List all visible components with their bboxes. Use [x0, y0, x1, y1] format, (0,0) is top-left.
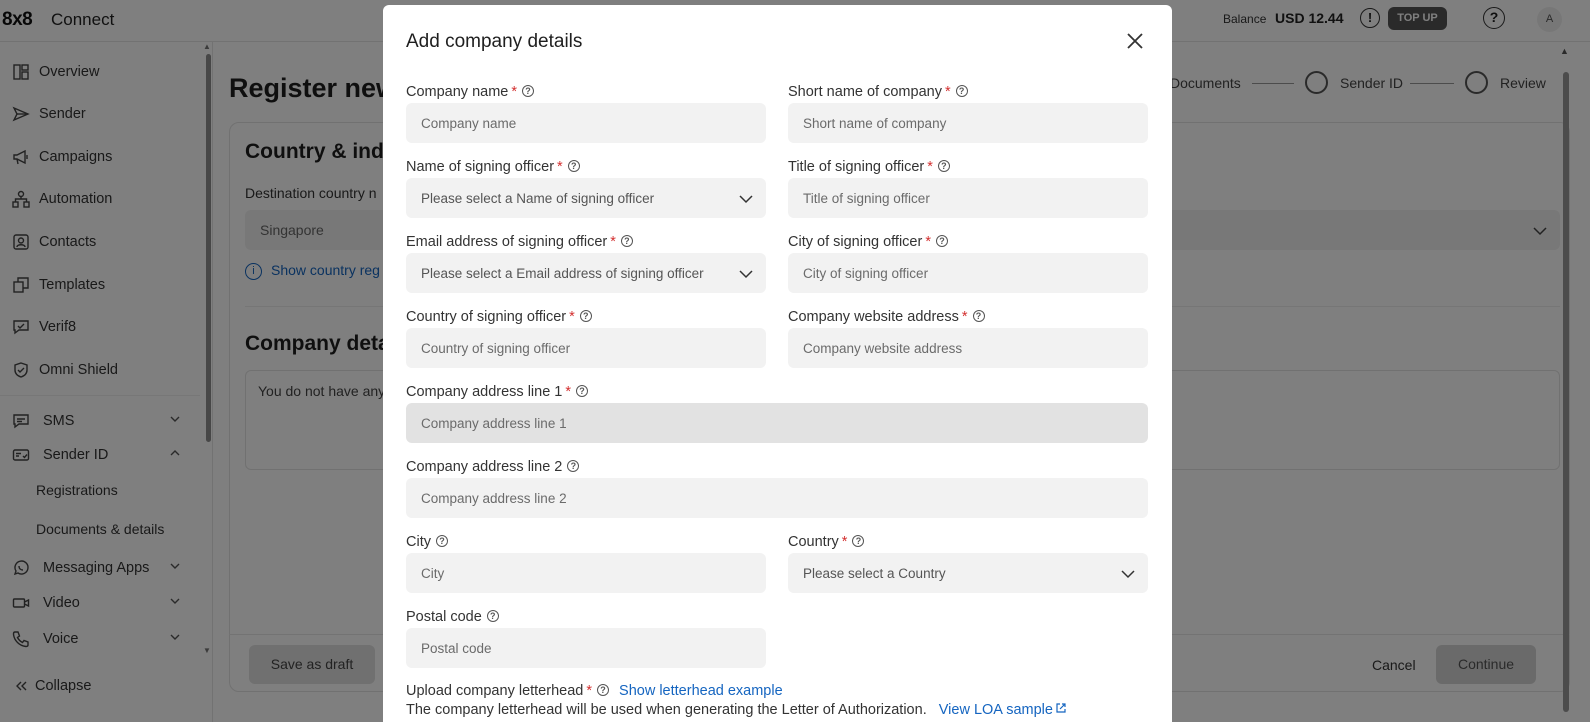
- letterhead-note-row: The company letterhead will be used when…: [406, 702, 1067, 718]
- signing-officer-city-label: City of signing officer *?: [788, 234, 948, 250]
- external-link-icon: [1056, 703, 1066, 713]
- country-select[interactable]: Please select a Country: [788, 553, 1148, 593]
- signing-officer-name-label: Name of signing officer *?: [406, 159, 580, 175]
- chevron-down-icon: [739, 195, 753, 204]
- help-icon[interactable]: ?: [579, 310, 592, 322]
- signing-officer-email-label: Email address of signing officer *?: [406, 234, 633, 250]
- help-icon[interactable]: ?: [620, 235, 633, 247]
- help-icon[interactable]: ?: [955, 85, 968, 97]
- signing-officer-name-select[interactable]: Please select a Name of signing officer: [406, 178, 766, 218]
- postal-code-input[interactable]: [406, 628, 766, 668]
- address-line-2-input[interactable]: [406, 478, 1148, 518]
- company-name-label: Company name *?: [406, 84, 535, 100]
- select-placeholder: Please select a Country: [803, 566, 946, 581]
- view-loa-sample-link[interactable]: View LOA sample: [939, 702, 1053, 718]
- help-icon[interactable]: ?: [435, 535, 448, 547]
- help-icon[interactable]: ?: [576, 385, 589, 397]
- help-icon[interactable]: ?: [522, 85, 535, 97]
- chevron-down-icon: [739, 270, 753, 279]
- short-name-label: Short name of company *?: [788, 84, 968, 100]
- help-icon[interactable]: ?: [972, 310, 985, 322]
- website-input[interactable]: [788, 328, 1148, 368]
- help-icon[interactable]: ?: [567, 460, 580, 472]
- show-letterhead-example-link[interactable]: Show letterhead example: [619, 683, 783, 699]
- postal-code-label: Postal code?: [406, 609, 499, 625]
- city-label: City?: [406, 534, 448, 550]
- city-input[interactable]: [406, 553, 766, 593]
- select-placeholder: Please select a Email address of signing…: [421, 266, 704, 281]
- signing-officer-country-input[interactable]: [406, 328, 766, 368]
- signing-officer-city-input[interactable]: [788, 253, 1148, 293]
- country-label: Country *?: [788, 534, 865, 550]
- signing-officer-title-label: Title of signing officer *?: [788, 159, 950, 175]
- website-label: Company website address *?: [788, 309, 985, 325]
- help-icon[interactable]: ?: [567, 160, 580, 172]
- signing-officer-email-select[interactable]: Please select a Email address of signing…: [406, 253, 766, 293]
- upload-letterhead-row: Upload company letterhead *? Show letterh…: [406, 683, 783, 699]
- help-icon[interactable]: ?: [597, 684, 609, 696]
- close-icon[interactable]: [1124, 30, 1146, 52]
- address-line-1-input[interactable]: [406, 403, 1148, 443]
- help-icon[interactable]: ?: [937, 160, 950, 172]
- address-line-1-label: Company address line 1 *?: [406, 384, 589, 400]
- help-icon[interactable]: ?: [935, 235, 948, 247]
- add-company-details-modal: Add company details Company name*? Short…: [383, 5, 1172, 722]
- select-placeholder: Please select a Name of signing officer: [421, 191, 655, 206]
- address-line-2-label: Company address line 2?: [406, 459, 580, 475]
- chevron-down-icon: [1121, 570, 1135, 579]
- short-name-input[interactable]: [788, 103, 1148, 143]
- modal-title: Add company details: [406, 31, 583, 52]
- upload-letterhead-label: Upload company letterhead: [406, 683, 584, 699]
- help-icon[interactable]: ?: [486, 610, 499, 622]
- signing-officer-title-input[interactable]: [788, 178, 1148, 218]
- letterhead-note: The company letterhead will be used when…: [406, 702, 927, 718]
- signing-officer-country-label: Country of signing officer *?: [406, 309, 592, 325]
- company-name-input[interactable]: [406, 103, 766, 143]
- help-icon[interactable]: ?: [852, 535, 865, 547]
